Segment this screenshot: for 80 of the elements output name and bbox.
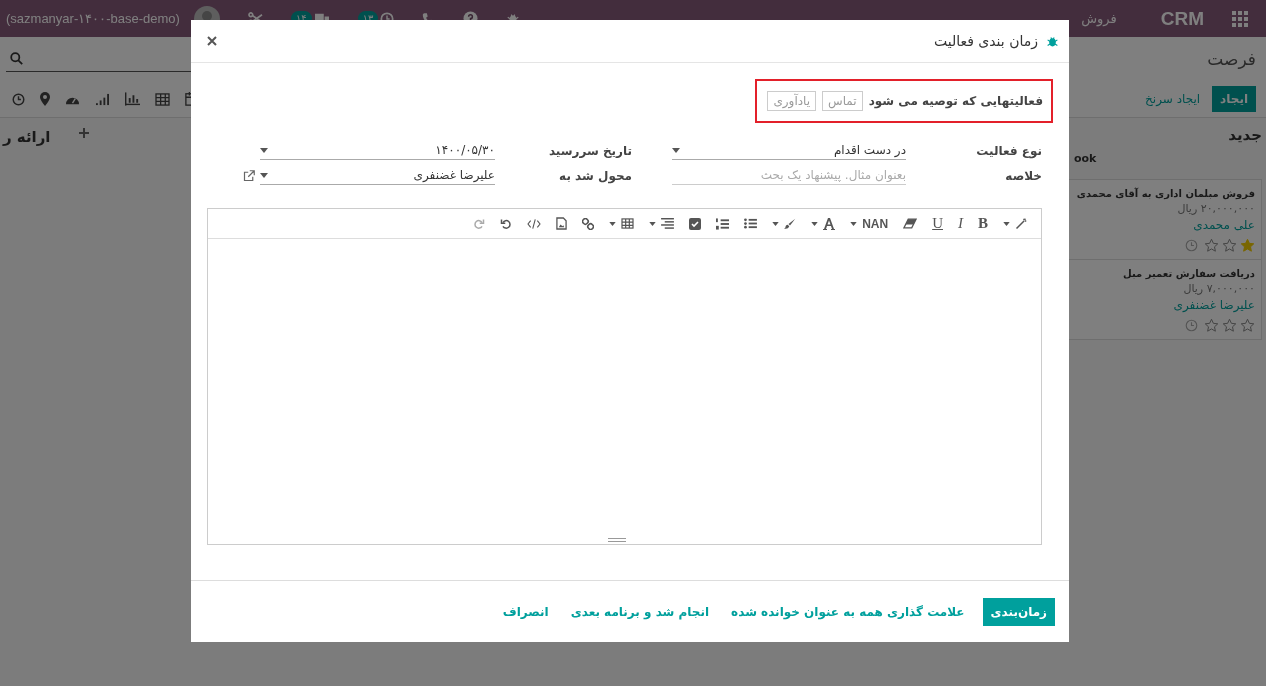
close-button[interactable] — [205, 34, 219, 48]
table-icon — [621, 218, 635, 229]
numbered-list-icon[interactable] — [716, 217, 730, 230]
input-field[interactable]: بعنوان مثال. پیشنهاد یک بحث — [672, 166, 906, 185]
signal-bars-icon[interactable] — [95, 92, 110, 106]
caret-icon — [260, 147, 268, 153]
field-label: محول شد به — [558, 168, 632, 183]
checkbox-icon[interactable] — [689, 217, 702, 230]
underline-button[interactable]: U — [932, 215, 943, 232]
background-color-dropdown[interactable] — [772, 217, 797, 230]
card-title: فروش مبلمان اداری به آقای محمدی — [1075, 188, 1255, 199]
column-title: جدید — [1227, 126, 1262, 144]
caret-icon — [260, 172, 268, 178]
bar-chart-icon[interactable] — [125, 92, 140, 106]
italic-button[interactable]: I — [958, 215, 963, 232]
caret-icon — [772, 221, 780, 226]
search-icon — [10, 52, 23, 65]
star-icon[interactable] — [1240, 238, 1255, 253]
star-icon[interactable] — [1222, 238, 1237, 253]
dialog-button[interactable]: علامت گذاری همه به عنوان خوانده شده — [727, 597, 969, 626]
resize-handle[interactable] — [608, 538, 626, 542]
star-icon[interactable] — [1240, 318, 1255, 333]
card-amount: ۷,۰۰۰,۰۰۰ ریال — [1182, 282, 1255, 295]
caret-icon — [672, 147, 680, 153]
dialog-button[interactable]: انصراف — [498, 597, 553, 626]
caret-icon — [850, 221, 858, 226]
font-size-dropdown[interactable]: NAN — [850, 216, 889, 231]
recommended-label: فعالیتهایی که توصیه می شود — [868, 94, 1043, 108]
map-pin-icon[interactable] — [40, 92, 50, 106]
quick-lead-button[interactable]: ایجاد سرنخ — [1139, 91, 1207, 107]
apps-menu-icon[interactable] — [1232, 10, 1248, 27]
star-icon[interactable] — [1222, 318, 1237, 333]
caret-icon — [649, 221, 657, 226]
star-icon[interactable] — [1204, 318, 1219, 333]
field-label: تاریخ سررسید — [547, 143, 632, 158]
card-title: دریافت سفارش تعمیر مبل — [1122, 268, 1255, 279]
magic-wand-icon — [1015, 217, 1027, 230]
code-view-icon[interactable] — [527, 218, 542, 229]
caret-icon — [609, 221, 617, 226]
menu-item[interactable]: فروش — [1081, 11, 1117, 26]
create-button[interactable]: ایجاد — [1212, 86, 1256, 112]
add-icon[interactable] — [78, 128, 89, 138]
activity-tag[interactable]: یادآوری — [767, 91, 817, 111]
image-icon[interactable] — [556, 217, 568, 230]
eraser-icon[interactable] — [903, 218, 918, 229]
magic-wand-dropdown[interactable] — [1003, 217, 1027, 230]
card-salesperson: علی محمدی — [1192, 218, 1255, 232]
caret-icon — [1003, 221, 1010, 226]
paragraph-dropdown[interactable] — [649, 218, 675, 229]
external-link-icon[interactable] — [243, 169, 255, 182]
bulleted-list-icon[interactable] — [744, 218, 758, 229]
select-field[interactable]: ۱۴۰۰/۰۵/۳۰ — [260, 141, 495, 160]
dialog-button[interactable]: انجام شد و برنامه بعدی — [566, 597, 714, 626]
activity-tag[interactable]: تماس — [822, 91, 863, 111]
column-note: ook — [1074, 152, 1097, 165]
card-salesperson: علیرضا غضنفری — [1172, 298, 1255, 312]
close-icon — [207, 36, 217, 46]
dialog-button[interactable]: زمان‌بندی — [982, 597, 1055, 626]
table-dropdown[interactable] — [609, 218, 635, 229]
field-label: نوع فعالیت — [975, 143, 1042, 158]
dialog-title: زمان بندی فعالیت — [933, 33, 1038, 49]
paintbrush-icon — [784, 217, 797, 230]
select-field[interactable]: در دست اقدام — [672, 141, 906, 160]
rich-text-editor[interactable]: NAN U I B — [207, 208, 1042, 545]
caret-icon — [811, 221, 819, 226]
font-color-dropdown[interactable] — [811, 217, 836, 230]
undo-icon[interactable] — [500, 217, 513, 230]
user-name[interactable]: (sazmanyar-۱۴۰۰-base-demo) — [6, 11, 180, 26]
field-label: خلاصه — [1004, 168, 1042, 183]
select-field[interactable]: علیرضا غضنفری — [260, 166, 495, 185]
link-icon[interactable] — [582, 217, 595, 230]
align-right-icon — [661, 218, 675, 229]
breadcrumb: فرصت — [1207, 49, 1256, 69]
font-color-icon — [823, 217, 836, 230]
bold-button[interactable]: B — [978, 215, 988, 232]
star-icon[interactable] — [1204, 238, 1219, 253]
app-name: CRM — [1160, 7, 1204, 30]
card-amount: ۲۰,۰۰۰,۰۰۰ ریال — [1176, 202, 1255, 215]
column-title: ارائه ر — [3, 128, 51, 146]
table-icon[interactable] — [155, 92, 170, 106]
